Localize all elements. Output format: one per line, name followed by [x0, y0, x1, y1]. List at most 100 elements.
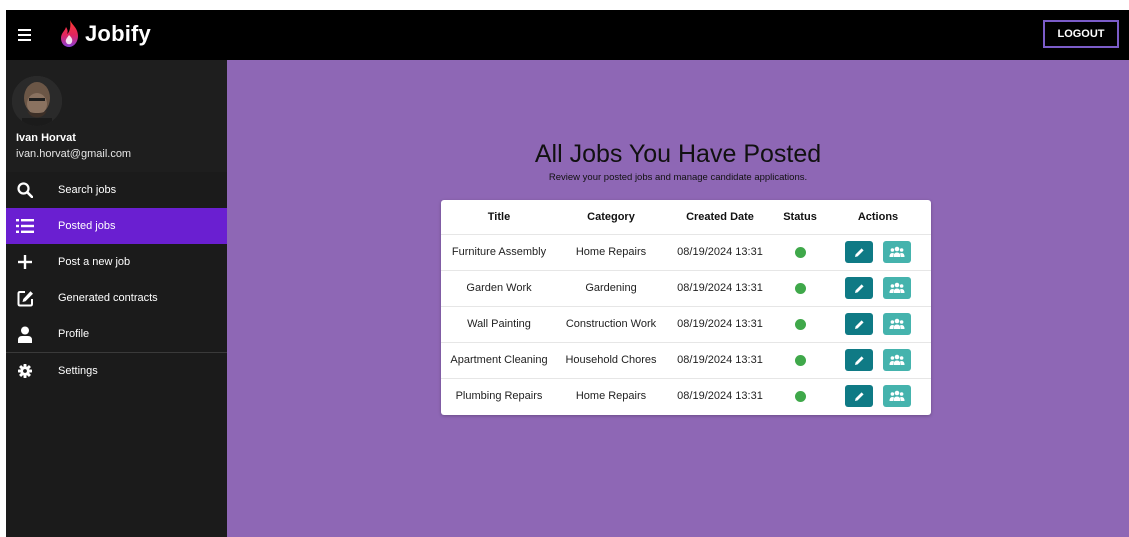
status-active-indicator	[794, 354, 806, 366]
job-status-cell	[775, 305, 825, 342]
view-candidates-button[interactable]	[883, 241, 911, 263]
job-actions-cell	[825, 269, 931, 306]
sidebar-item-settings[interactable]: Settings	[6, 352, 227, 388]
user-name: Ivan Horvat	[16, 132, 76, 144]
edit-icon	[16, 289, 34, 307]
job-title-cell: Garden Work	[441, 269, 557, 306]
plus-icon	[16, 253, 34, 271]
sidebar-nav: Search jobs Posted jobs Post a new job G…	[6, 172, 227, 388]
people-icon	[889, 390, 905, 402]
sidebar-item-label: Search jobs	[58, 184, 117, 196]
people-icon	[889, 282, 905, 293]
job-category-cell: Household Chores	[557, 341, 665, 378]
top-app-bar: Jobify LOGOUT	[6, 10, 1129, 60]
table-header-row: Title Category Created Date Status Actio…	[441, 200, 931, 234]
table-row[interactable]: Wall Painting Construction Work 08/19/20…	[441, 305, 931, 342]
sidebar-item-label: Post a new job	[58, 256, 131, 268]
table-row[interactable]: Apartment Cleaning Household Chores 08/1…	[441, 341, 931, 378]
logout-button[interactable]: LOGOUT	[1043, 20, 1119, 48]
sidebar-item-label: Settings	[58, 364, 98, 377]
menu-icon[interactable]	[14, 24, 36, 46]
sidebar-item-label: Generated contracts	[58, 292, 158, 304]
view-candidates-button[interactable]	[883, 349, 911, 371]
pencil-icon	[854, 247, 864, 257]
avatar[interactable]	[12, 76, 62, 126]
status-active-indicator	[794, 282, 806, 294]
pencil-icon	[854, 355, 864, 365]
page-subtitle: Review your posted jobs and manage candi…	[548, 172, 808, 183]
row-actions	[825, 349, 931, 371]
table-row[interactable]: Garden Work Gardening 08/19/2024 13:31	[441, 269, 931, 306]
job-status-cell	[775, 233, 825, 270]
row-actions	[825, 277, 931, 299]
people-icon	[889, 354, 905, 365]
avatar-image	[12, 76, 62, 126]
job-actions-cell	[825, 233, 931, 270]
column-header-actions: Actions	[857, 210, 899, 223]
status-active-indicator	[794, 246, 806, 258]
app-name: Jobify	[85, 21, 151, 46]
edit-job-button[interactable]	[845, 277, 873, 299]
job-status-cell	[775, 269, 825, 306]
edit-job-button[interactable]	[845, 349, 873, 371]
app-logo[interactable]: Jobify	[58, 16, 151, 52]
job-actions-cell	[825, 341, 931, 378]
list-icon	[16, 217, 34, 235]
sidebar-item-label: Profile	[58, 328, 90, 340]
pencil-icon	[854, 319, 864, 329]
job-category-cell: Home Repairs	[557, 377, 665, 414]
job-actions-cell	[825, 377, 931, 414]
column-header-title[interactable]: Title	[441, 200, 557, 234]
job-title-cell: Apartment Cleaning	[441, 341, 557, 378]
job-created-date-cell: 08/19/2024 13:31	[665, 305, 775, 342]
job-created-date-cell: 08/19/2024 13:31	[665, 341, 775, 378]
main-content: All Jobs You Have Posted Review your pos…	[227, 60, 1129, 537]
person-icon	[16, 325, 34, 343]
posted-jobs-table-card: Title Category Created Date Status Actio…	[441, 200, 931, 415]
pencil-icon	[854, 283, 864, 293]
people-icon	[889, 318, 905, 329]
pencil-icon	[854, 392, 864, 401]
job-actions-cell	[825, 305, 931, 342]
sidebar-item-post-new-job[interactable]: Post a new job	[6, 244, 227, 280]
edit-job-button[interactable]	[845, 385, 873, 408]
flame-icon	[61, 20, 78, 47]
sidebar: Ivan Horvat ivan.horvat@gmail.com Search…	[6, 60, 227, 537]
job-status-cell	[775, 341, 825, 378]
status-active-indicator	[794, 390, 806, 402]
job-created-date-cell: 08/19/2024 13:31	[665, 269, 775, 306]
view-candidates-button[interactable]	[883, 313, 911, 335]
job-category-cell: Construction Work	[557, 305, 665, 342]
view-candidates-button[interactable]	[883, 277, 911, 299]
row-actions	[825, 313, 931, 335]
search-icon	[16, 181, 34, 199]
table-row[interactable]: Plumbing Repairs Home Repairs 08/19/2024…	[441, 377, 931, 414]
app-frame: Jobify LOGOUT Ivan Horvat ivan.horvat@gm…	[6, 10, 1129, 537]
job-title-cell: Furniture Assembly	[441, 233, 557, 270]
edit-job-button[interactable]	[845, 241, 873, 263]
edit-job-button[interactable]	[845, 313, 873, 335]
job-category-cell: Gardening	[557, 269, 665, 306]
user-email: ivan.horvat@gmail.com	[16, 148, 132, 160]
sidebar-item-search-jobs[interactable]: Search jobs	[6, 172, 227, 208]
status-active-indicator	[794, 318, 806, 330]
job-title-cell: Wall Painting	[441, 305, 557, 342]
column-header-created-date[interactable]: Created Date	[665, 200, 775, 234]
column-header-status[interactable]: Status	[775, 200, 825, 234]
job-created-date-cell: 08/19/2024 13:31	[665, 377, 775, 414]
job-status-cell	[775, 377, 825, 414]
job-created-date-cell: 08/19/2024 13:31	[665, 233, 775, 270]
people-icon	[889, 246, 905, 257]
sidebar-item-posted-jobs[interactable]: Posted jobs	[6, 208, 227, 244]
row-actions	[825, 241, 931, 263]
sidebar-item-generated-contracts[interactable]: Generated contracts	[6, 280, 227, 316]
view-candidates-button[interactable]	[883, 385, 911, 408]
job-title-cell: Plumbing Repairs	[441, 377, 557, 414]
row-actions	[825, 385, 931, 408]
column-header-category[interactable]: Category	[557, 200, 665, 234]
sidebar-item-label: Posted jobs	[58, 220, 116, 232]
user-profile-panel: Ivan Horvat ivan.horvat@gmail.com	[6, 60, 227, 172]
table-row[interactable]: Furniture Assembly Home Repairs 08/19/20…	[441, 233, 931, 270]
job-category-cell: Home Repairs	[557, 233, 665, 270]
sidebar-item-profile[interactable]: Profile	[6, 316, 227, 352]
